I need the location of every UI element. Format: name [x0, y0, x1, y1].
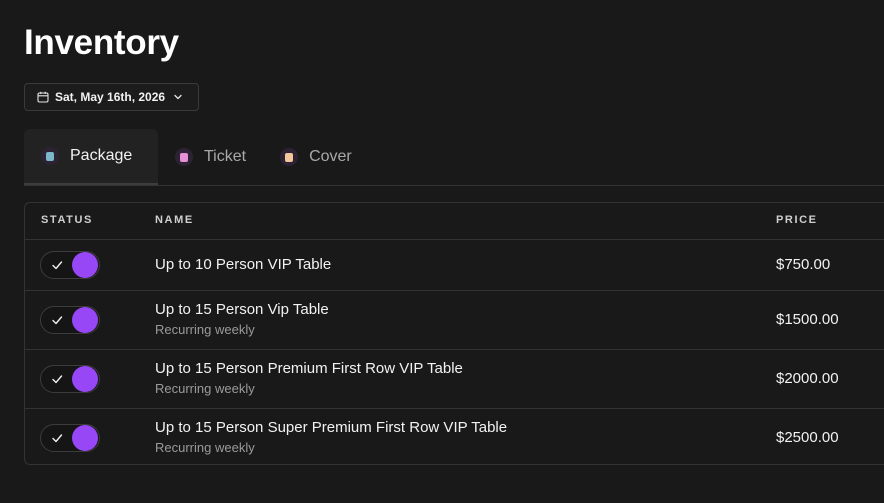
recurrence-label: Recurring weekly [155, 440, 255, 455]
check-icon [50, 258, 64, 272]
table-row[interactable]: Up to 15 Person Super Premium First Row … [25, 409, 884, 464]
toggle-knob [72, 366, 98, 392]
status-toggle[interactable] [40, 424, 100, 452]
package-price: $2500.00 [776, 429, 839, 446]
table-row[interactable]: Up to 15 Person Vip Table Recurring week… [25, 291, 884, 350]
package-name: Up to 15 Person Vip Table [155, 301, 329, 318]
tab-ticket[interactable]: Ticket [158, 129, 263, 185]
tab-package[interactable]: Package [24, 129, 158, 185]
inventory-page: Inventory Sat, May 16th, 2026 Package Ti… [0, 0, 884, 503]
check-icon [50, 313, 64, 327]
column-header-price: PRICE [776, 214, 818, 226]
inventory-table: STATUS NAME PRICE Up to 10 Person VIP Ta… [24, 202, 884, 465]
package-price: $1500.00 [776, 311, 839, 328]
table-header: STATUS NAME PRICE [25, 203, 884, 240]
status-toggle[interactable] [40, 306, 100, 334]
check-icon [50, 372, 64, 386]
check-icon [50, 431, 64, 445]
tab-label: Cover [309, 148, 352, 165]
column-header-name: NAME [155, 214, 194, 226]
chevron-down-icon [173, 92, 183, 102]
date-picker-label: Sat, May 16th, 2026 [55, 90, 166, 104]
table-row[interactable]: Up to 15 Person Premium First Row VIP Ta… [25, 350, 884, 409]
toggle-knob [72, 307, 98, 333]
ticket-icon [175, 148, 193, 166]
package-price: $2000.00 [776, 370, 839, 387]
toggle-knob [72, 425, 98, 451]
tab-label: Ticket [204, 148, 247, 165]
table-row[interactable]: Up to 10 Person VIP Table $750.00 [25, 240, 884, 291]
package-name: Up to 15 Person Super Premium First Row … [155, 419, 508, 436]
toggle-knob [72, 252, 98, 278]
page-title: Inventory [24, 23, 179, 62]
status-toggle[interactable] [40, 251, 100, 279]
package-name: Up to 15 Person Premium First Row VIP Ta… [155, 360, 463, 377]
recurrence-label: Recurring weekly [155, 322, 255, 337]
tab-cover[interactable]: Cover [263, 129, 369, 185]
date-picker-button[interactable]: Sat, May 16th, 2026 [24, 83, 199, 111]
tab-bar: Package Ticket Cover [24, 129, 884, 186]
recurrence-label: Recurring weekly [155, 381, 255, 396]
column-header-status: STATUS [41, 214, 93, 226]
calendar-icon [37, 91, 49, 103]
package-name: Up to 10 Person VIP Table [155, 256, 332, 273]
cover-icon [280, 148, 299, 166]
tab-label: Package [70, 147, 133, 164]
status-toggle[interactable] [40, 365, 100, 393]
package-icon [41, 147, 59, 165]
package-price: $750.00 [776, 256, 831, 273]
